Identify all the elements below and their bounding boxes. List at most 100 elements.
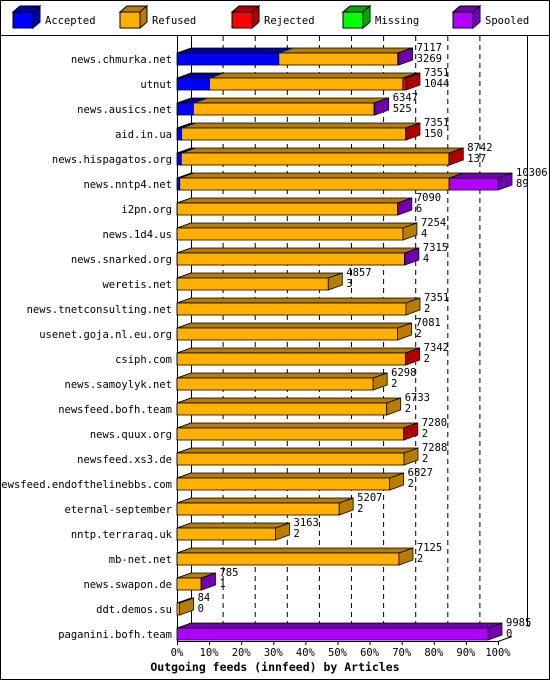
bar-top-refused	[176, 472, 404, 479]
bar-top	[176, 347, 420, 354]
x-tick-label: 90%	[456, 647, 476, 659]
bar-segment-refused	[176, 277, 329, 291]
bar-top	[176, 522, 290, 529]
bar-segment-refused	[209, 77, 404, 91]
accepted-label: 150	[424, 128, 443, 140]
bar-top-refused	[177, 197, 412, 204]
bar-top-spooled	[176, 622, 503, 629]
x-tick-label: 80%	[424, 647, 444, 659]
accepted-label: 0	[198, 603, 204, 615]
bar-top-refused	[176, 297, 421, 304]
x-tick-label: 20%	[232, 647, 252, 659]
legend-label: Rejected	[264, 15, 315, 27]
category-label: news.samoylyk.net	[65, 379, 172, 391]
bar-segment-accepted	[176, 52, 280, 66]
x-tick-label: 50%	[328, 647, 348, 659]
category-label: news.chmurka.net	[71, 54, 172, 66]
bar-top-refused	[176, 522, 290, 529]
bar-top	[176, 197, 412, 204]
bar-top	[176, 472, 404, 479]
bar-segment-refused	[176, 527, 276, 541]
bar-segment-refused	[180, 152, 450, 166]
bar-top	[176, 72, 421, 79]
bar-top	[176, 547, 414, 554]
bar-segment-accepted	[176, 152, 182, 166]
x-tick-label: 60%	[360, 647, 380, 659]
accepted-label: 1	[219, 578, 225, 590]
bar-segment-refused	[176, 202, 398, 216]
bar-top-refused	[176, 247, 419, 254]
category-label: eternal-september	[65, 504, 172, 516]
legend-swatch	[452, 11, 474, 29]
bar-top-accepted	[176, 47, 293, 54]
accepted-label: 2	[422, 453, 428, 465]
bar-top	[176, 247, 419, 254]
category-label: usenet.goja.nl.eu.org	[39, 329, 172, 341]
category-label: news.nntp4.net	[83, 179, 172, 191]
legend-label: Refused	[152, 15, 196, 27]
accepted-label: 2	[424, 353, 430, 365]
category-label: paganini.bofh.team	[58, 629, 172, 641]
category-label: mb-net.net	[109, 554, 172, 566]
bar-top	[176, 122, 421, 129]
category-label: news.snarked.org	[71, 254, 172, 266]
accepted-label: 2	[405, 403, 411, 415]
legend-swatch	[231, 11, 253, 29]
category-label: aid.in.ua	[115, 129, 172, 141]
bar-segment-refused	[176, 402, 388, 416]
x-axis-title: Outgoing feeds (innfeed) by Articles	[150, 660, 399, 674]
bar-top	[176, 172, 513, 179]
bar-top-refused	[209, 72, 417, 79]
accepted-label: 4	[421, 228, 427, 240]
bar-top	[176, 147, 464, 154]
bar-top	[176, 47, 413, 54]
category-label: news.swapon.de	[83, 579, 172, 591]
bar-segment-rejected	[402, 77, 407, 91]
bar-top-refused	[181, 122, 420, 129]
legend-label: Missing	[375, 15, 419, 27]
bar-segment-refused	[176, 302, 407, 316]
category-label: news.1d4.us	[102, 229, 172, 241]
accepted-label: 4	[423, 253, 429, 265]
x-tick-label: 30%	[264, 647, 284, 659]
bar-top-refused	[193, 97, 389, 104]
category-label: newsfeed.bofh.team	[58, 404, 172, 416]
category-label: ddt.demos.su	[96, 604, 172, 616]
accepted-label: 2	[357, 503, 363, 515]
bar-segment-spooled	[176, 627, 489, 641]
category-label: nntp.terraraq.uk	[71, 529, 173, 541]
category-label: csiph.com	[115, 354, 172, 366]
accepted-label: 137	[467, 153, 486, 165]
category-label: news.quux.org	[90, 429, 172, 441]
category-label: i2pn.org	[121, 204, 172, 216]
accepted-label: 2	[294, 528, 300, 540]
bar-segment-accepted	[176, 177, 181, 191]
accepted-label: 2	[424, 303, 430, 315]
category-label: newsfeed.xs3.de	[77, 454, 172, 466]
bar-top	[176, 372, 388, 379]
bar-top	[176, 447, 419, 454]
bar-top	[176, 422, 418, 429]
bar-segment-refused	[179, 177, 450, 191]
bar-segment-refused	[278, 52, 399, 66]
bar-segment-refused	[176, 477, 391, 491]
bar-top-refused	[179, 172, 464, 179]
bar-top-refused	[176, 497, 354, 504]
bar-top-refused	[176, 372, 388, 379]
accepted-label: 2	[422, 428, 428, 440]
accepted-label: 6	[416, 203, 422, 215]
bar-top	[176, 222, 418, 229]
bar-segment-refused	[181, 127, 407, 141]
bar-segment-spooled	[448, 177, 499, 191]
bar-segment-refused	[176, 377, 374, 391]
accepted-label: 3269	[417, 53, 442, 65]
bar-top-refused	[176, 397, 401, 404]
category-label: news.tnetconsulting.net	[27, 304, 172, 316]
bar-segment-refused	[176, 427, 404, 441]
bar-top-refused	[176, 447, 419, 454]
bar-top-refused	[278, 47, 412, 54]
bar-top-refused	[176, 547, 414, 554]
legend-swatch	[119, 11, 141, 29]
x-tick-label: 70%	[392, 647, 412, 659]
bar-top	[176, 322, 412, 329]
